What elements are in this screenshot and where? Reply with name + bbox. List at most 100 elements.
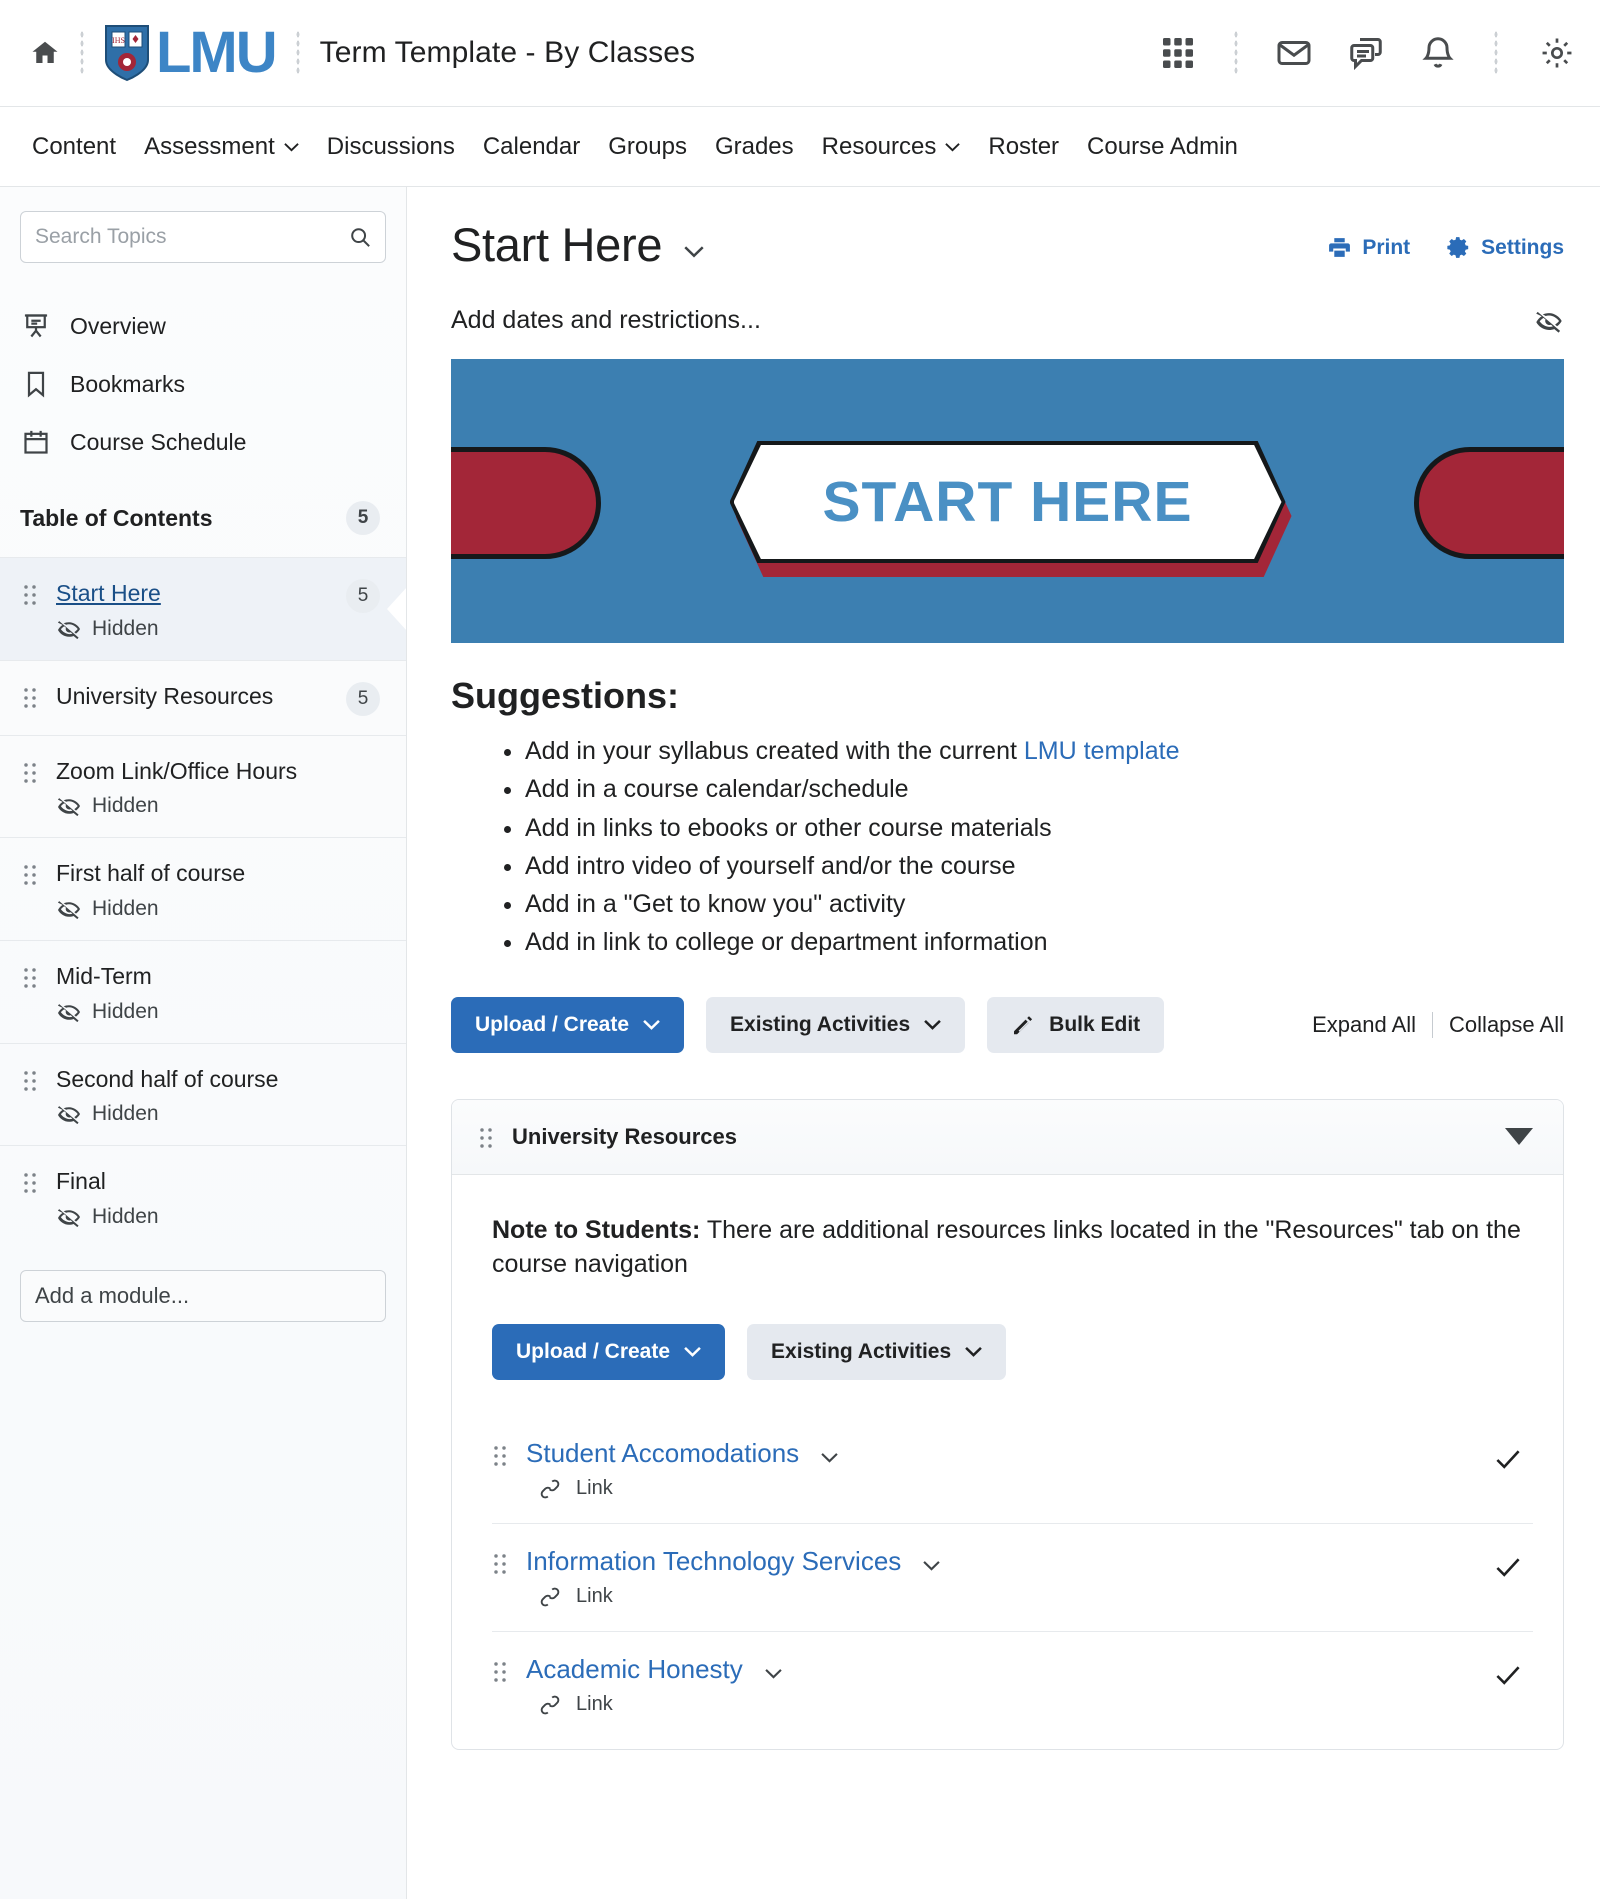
chevron-down-icon[interactable]: [821, 1452, 838, 1463]
suggestions-heading: Suggestions:: [451, 675, 680, 716]
sidebar-module-first-half-of-course[interactable]: First half of course Hidden: [0, 837, 406, 940]
sidebar-item-bookmarks[interactable]: Bookmarks: [0, 355, 406, 413]
lmu-logo[interactable]: IHS LMU: [104, 24, 278, 82]
search-icon[interactable]: [349, 226, 371, 248]
module-label[interactable]: Second half of course: [56, 1063, 380, 1096]
banner-sign-outline: START HERE: [729, 441, 1286, 563]
add-module-input[interactable]: Add a module...: [20, 1269, 386, 1322]
drag-handle-icon[interactable]: [478, 1125, 494, 1148]
dot-divider-3: [1234, 30, 1238, 76]
note-to-students: Note to Students: There are additional r…: [492, 1213, 1533, 1282]
lmu-crest-icon: IHS: [105, 25, 149, 82]
drag-handle-icon[interactable]: [22, 685, 38, 710]
drag-handle-icon[interactable]: [22, 760, 38, 785]
gear-icon[interactable]: [1540, 36, 1574, 70]
add-module-label: Add a module...: [35, 1282, 190, 1308]
link-title[interactable]: Student Accomodations: [526, 1438, 799, 1469]
nav-item-calendar[interactable]: Calendar: [469, 127, 594, 167]
drag-handle-icon[interactable]: [22, 583, 38, 607]
drag-handle-icon[interactable]: [22, 1068, 38, 1093]
course-nav-bar: Content Assessment Discussions Calendar …: [0, 107, 1600, 187]
drag-handle-icon[interactable]: [492, 1551, 508, 1574]
lmu-template-link[interactable]: LMU template: [1024, 737, 1180, 765]
search-topics-wrap: [0, 211, 406, 263]
waffle-grid-icon[interactable]: [1160, 35, 1196, 71]
sidebar-item-course-schedule[interactable]: Course Schedule: [0, 413, 406, 471]
chevron-down-icon: [924, 1019, 941, 1030]
module-label[interactable]: Mid-Term: [56, 960, 380, 993]
eye-off-icon: [57, 798, 80, 817]
checkmark-icon[interactable]: [1493, 1444, 1523, 1474]
module-label[interactable]: University Resources: [56, 680, 336, 713]
module-label[interactable]: Final: [56, 1165, 380, 1198]
sidebar-module-zoom-link-office-hours[interactable]: Zoom Link/Office Hours Hidden: [0, 734, 406, 838]
module-label[interactable]: First half of course: [56, 857, 380, 890]
drag-handle-icon[interactable]: [492, 1443, 508, 1466]
nav-item-content[interactable]: Content: [18, 127, 130, 167]
envelope-icon[interactable]: [1276, 35, 1312, 71]
module-upload-create-button[interactable]: Upload / Create: [492, 1323, 726, 1380]
drag-handle-icon[interactable]: [492, 1659, 508, 1682]
chevron-down-icon[interactable]: [765, 1668, 782, 1679]
caret-down-icon[interactable]: [1505, 1128, 1533, 1145]
settings-button[interactable]: Settings: [1446, 235, 1564, 260]
svg-text:IHS: IHS: [112, 36, 125, 45]
sidebar-module-university-resources[interactable]: University Resources 5: [0, 659, 406, 735]
upload-create-button[interactable]: Upload / Create: [451, 996, 685, 1053]
chevron-down-icon[interactable]: [684, 245, 704, 258]
chevron-down-icon: [684, 1346, 701, 1357]
bulk-edit-button[interactable]: Bulk Edit: [987, 996, 1165, 1053]
link-title[interactable]: Information Technology Services: [526, 1546, 901, 1577]
search-input[interactable]: [35, 225, 341, 249]
drag-handle-icon[interactable]: [22, 863, 38, 888]
top-bar: IHS LMU Term Template - By Classes: [0, 0, 1600, 107]
existing-activities-button[interactable]: Existing Activities: [706, 996, 966, 1053]
module-card-header[interactable]: University Resources: [452, 1099, 1563, 1175]
nav-item-assessment[interactable]: Assessment: [130, 127, 313, 167]
module-label[interactable]: Zoom Link/Office Hours: [56, 755, 380, 788]
expand-all-link[interactable]: Expand All: [1312, 1012, 1416, 1038]
chevron-down-icon: [965, 1346, 982, 1357]
checkmark-icon[interactable]: [1493, 1552, 1523, 1582]
drag-handle-icon[interactable]: [22, 965, 38, 990]
drag-handle-icon[interactable]: [22, 1171, 38, 1196]
search-topics-box[interactable]: [20, 211, 386, 263]
sidebar-module-second-half-of-course[interactable]: Second half of course Hidden: [0, 1042, 406, 1146]
chat-bubbles-icon[interactable]: [1348, 35, 1384, 71]
eye-off-icon[interactable]: [1534, 309, 1564, 333]
nav-item-groups[interactable]: Groups: [594, 127, 701, 167]
module-existing-activities-button[interactable]: Existing Activities: [747, 1323, 1007, 1380]
nav-item-course-admin[interactable]: Course Admin: [1073, 127, 1252, 167]
nav-label: Content: [32, 132, 117, 160]
print-button[interactable]: Print: [1327, 235, 1410, 260]
chevron-down-icon: [284, 142, 299, 151]
sidebar-item-overview[interactable]: Overview: [0, 297, 406, 355]
print-label: Print: [1362, 235, 1411, 259]
sidebar-module-final[interactable]: Final Hidden: [0, 1145, 406, 1248]
sidebar-module-start-here[interactable]: Start Here Hidden 5: [0, 557, 406, 660]
link-title[interactable]: Academic Honesty: [526, 1654, 743, 1685]
nav-item-grades[interactable]: Grades: [701, 127, 808, 167]
nav-item-roster[interactable]: Roster: [974, 127, 1073, 167]
sidebar-item-label: Bookmarks: [70, 370, 186, 397]
chevron-down-icon[interactable]: [923, 1560, 940, 1571]
collapse-all-link[interactable]: Collapse All: [1449, 1012, 1564, 1038]
list-item: Information Technology Services Link: [492, 1522, 1533, 1631]
checkmark-icon[interactable]: [1493, 1660, 1523, 1690]
module-count-badge: 5: [346, 681, 380, 716]
table-of-contents-header: Table of Contents 5: [0, 471, 406, 557]
page-title: Start Here: [451, 217, 704, 272]
list-item: Academic Honesty Link: [492, 1630, 1533, 1739]
link-type-label: Link: [576, 1477, 613, 1499]
nav-item-resources[interactable]: Resources: [808, 127, 975, 167]
module-label[interactable]: Start Here: [56, 577, 336, 610]
eye-off-icon: [57, 620, 80, 639]
suggestion-item: Add in your syllabus created with the cu…: [525, 735, 1564, 767]
sidebar-module-mid-term[interactable]: Mid-Term Hidden: [0, 939, 406, 1043]
sidebar-item-label: Course Schedule: [70, 428, 247, 455]
add-dates-link[interactable]: Add dates and restrictions...: [451, 306, 761, 335]
home-icon[interactable]: [30, 38, 60, 68]
eye-off-icon: [57, 1003, 80, 1022]
nav-item-discussions[interactable]: Discussions: [313, 127, 469, 167]
bell-icon[interactable]: [1420, 35, 1456, 71]
